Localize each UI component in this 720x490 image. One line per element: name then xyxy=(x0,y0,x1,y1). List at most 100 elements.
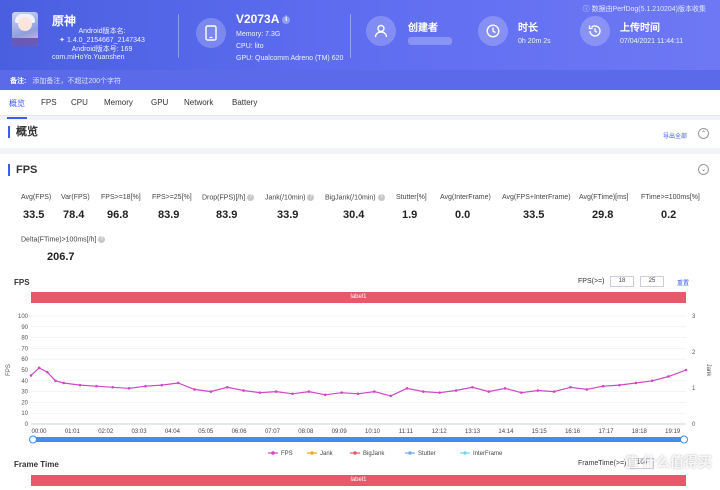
fps-data-point xyxy=(601,384,605,388)
tab-network[interactable]: Network xyxy=(184,98,213,107)
y-tick-label: 100 xyxy=(18,314,29,320)
fps-threshold-label: FPS(>=) xyxy=(578,278,605,285)
stat-value: 0.2 xyxy=(661,209,677,221)
watermark: 值 什么值得买 xyxy=(624,454,712,470)
y-tick-label: 30 xyxy=(21,390,28,396)
x-tick-label: 15:15 xyxy=(532,429,548,435)
zoom-slider-handle xyxy=(29,435,37,444)
version-note-text: 数据由PerfDog(5.1.210204)版本收集 xyxy=(591,6,706,13)
tab-overview[interactable]: 概览 xyxy=(7,98,27,119)
help-icon[interactable]: ? xyxy=(307,194,315,201)
x-tick-label: 19:19 xyxy=(665,429,681,435)
fps-card: FPS ⌄ Avg(FPS) 33.5 Var(FPS) 78.4 FPS>=1… xyxy=(0,154,720,490)
stat-label: Drop(FPS)[/h]? xyxy=(202,194,255,202)
y2-tick-label: 2 xyxy=(692,350,696,356)
tab-cpu[interactable]: CPU xyxy=(71,98,88,107)
y-tick-label: 60 xyxy=(21,357,28,363)
stat-value: 33.9 xyxy=(277,209,299,221)
x-tick-label: 04:04 xyxy=(165,429,181,435)
help-icon[interactable]: ? xyxy=(377,194,385,201)
y2-tick-label: 0 xyxy=(692,422,696,428)
x-tick-label: 02:02 xyxy=(98,429,114,435)
notes-bar[interactable]: 备注: 添加备注，不超过200个字符 xyxy=(0,70,720,90)
fps-data-point xyxy=(274,390,278,393)
fps-data-point xyxy=(111,385,115,389)
y2-tick-label: 1 xyxy=(692,386,696,392)
export-all-link[interactable]: 导出全部 xyxy=(663,131,687,140)
fps-data-point xyxy=(389,394,392,398)
label-band[interactable]: label1 xyxy=(31,292,686,303)
stat-value: 1.9 xyxy=(402,209,418,221)
x-tick-label: 12:12 xyxy=(432,429,448,435)
tab-battery[interactable]: Battery xyxy=(232,98,257,107)
legend-marker xyxy=(463,451,467,455)
stat-label-text: Stutter[%] xyxy=(396,194,427,201)
reset-link[interactable]: 重置 xyxy=(677,278,689,287)
overview-card: 概览 导出全部 ⌃ xyxy=(0,120,720,148)
user-icon xyxy=(366,16,396,46)
fps-data-point xyxy=(291,392,294,396)
help-icon[interactable]: ? xyxy=(98,236,106,243)
chevron-down-icon[interactable]: ⌄ xyxy=(698,164,709,175)
x-tick-label: 08:08 xyxy=(298,429,314,435)
fps-chart[interactable]: 0 10 20 30 40 50 60 70 80 90 100 0 1 2 3 FPS Jank 00:00 01… xyxy=(0,308,720,458)
label-band[interactable]: label1 xyxy=(31,475,686,486)
x-tick-label: 14:14 xyxy=(498,429,514,435)
tab-fps[interactable]: FPS xyxy=(41,98,57,107)
fps-data-point xyxy=(552,390,556,393)
help-icon[interactable]: ? xyxy=(247,194,255,201)
tab-memory[interactable]: Memory xyxy=(104,98,133,107)
fps-data-point xyxy=(323,393,327,397)
y-tick-label: 40 xyxy=(21,379,28,385)
x-tick-label: 05:05 xyxy=(198,429,214,435)
fps-data-point xyxy=(667,375,670,378)
fps-threshold-input-2[interactable]: 25 xyxy=(640,276,664,287)
y-tick-label: 20 xyxy=(21,400,28,406)
fps-data-point xyxy=(62,381,65,385)
creator-label: 创建者 xyxy=(408,23,438,34)
x-tick-label: 16:16 xyxy=(565,429,581,435)
fps-data-point xyxy=(520,391,523,394)
legend-label: Stutter xyxy=(418,451,436,457)
phone-icon xyxy=(196,18,226,48)
stat-value: 206.7 xyxy=(47,251,75,263)
tab-gpu[interactable]: GPU xyxy=(151,98,168,107)
history-icon xyxy=(580,16,610,46)
notes-placeholder[interactable]: 添加备注，不超过200个字符 xyxy=(32,78,121,85)
stat-label-text: Avg(FPS+InterFrame) xyxy=(502,194,571,201)
fps-data-point xyxy=(569,385,572,389)
stat-label: Avg(FPS) xyxy=(21,194,51,201)
upload-time-label: 上传时间 xyxy=(620,23,660,34)
legend-label: BigJank xyxy=(363,451,385,457)
fps-data-point xyxy=(454,389,458,392)
info-icon[interactable]: i xyxy=(282,15,291,24)
fps-data-point xyxy=(471,385,474,389)
stat-value: 33.5 xyxy=(23,209,45,221)
fps-threshold-input-1[interactable]: 18 xyxy=(610,276,634,287)
x-tick-label: 11:11 xyxy=(399,429,414,435)
fps-data-point xyxy=(46,370,49,374)
x-tick-label: 10:10 xyxy=(365,429,381,435)
tab-bar: 概览 FPS CPU Memory GPU Network Battery xyxy=(0,90,720,119)
device-gpu: GPU: Qualcomm Adreno (TM) 620 xyxy=(236,55,344,62)
overview-title: 概览 xyxy=(8,126,38,138)
fps-data-point xyxy=(160,383,164,387)
y-tick-label: 70 xyxy=(21,346,28,352)
perfdog-report: 原神 Android版本名: ✦ 1.4.0_2154667_2147343 A… xyxy=(0,0,720,490)
x-tick-label: 00:00 xyxy=(31,429,47,435)
fps-data-point xyxy=(356,392,360,396)
collapse-icon[interactable]: ⌃ xyxy=(698,128,709,139)
fps-data-point xyxy=(618,383,621,387)
stat-label: Jank(/10min)? xyxy=(265,194,315,202)
legend-marker xyxy=(310,451,314,455)
y-tick-label: 90 xyxy=(21,325,28,331)
stat-label-text: Drop(FPS)[/h] xyxy=(202,194,246,202)
fps-data-point xyxy=(29,374,33,377)
fps-data-point xyxy=(95,384,98,388)
x-tick-label: 03:03 xyxy=(132,429,148,435)
fps-data-point xyxy=(209,390,213,393)
stat-label-text: Jank(/10min) xyxy=(265,194,306,202)
fps-data-point xyxy=(503,387,507,390)
duration-label: 时长 xyxy=(518,23,538,34)
stat-value: 78.4 xyxy=(63,209,85,221)
